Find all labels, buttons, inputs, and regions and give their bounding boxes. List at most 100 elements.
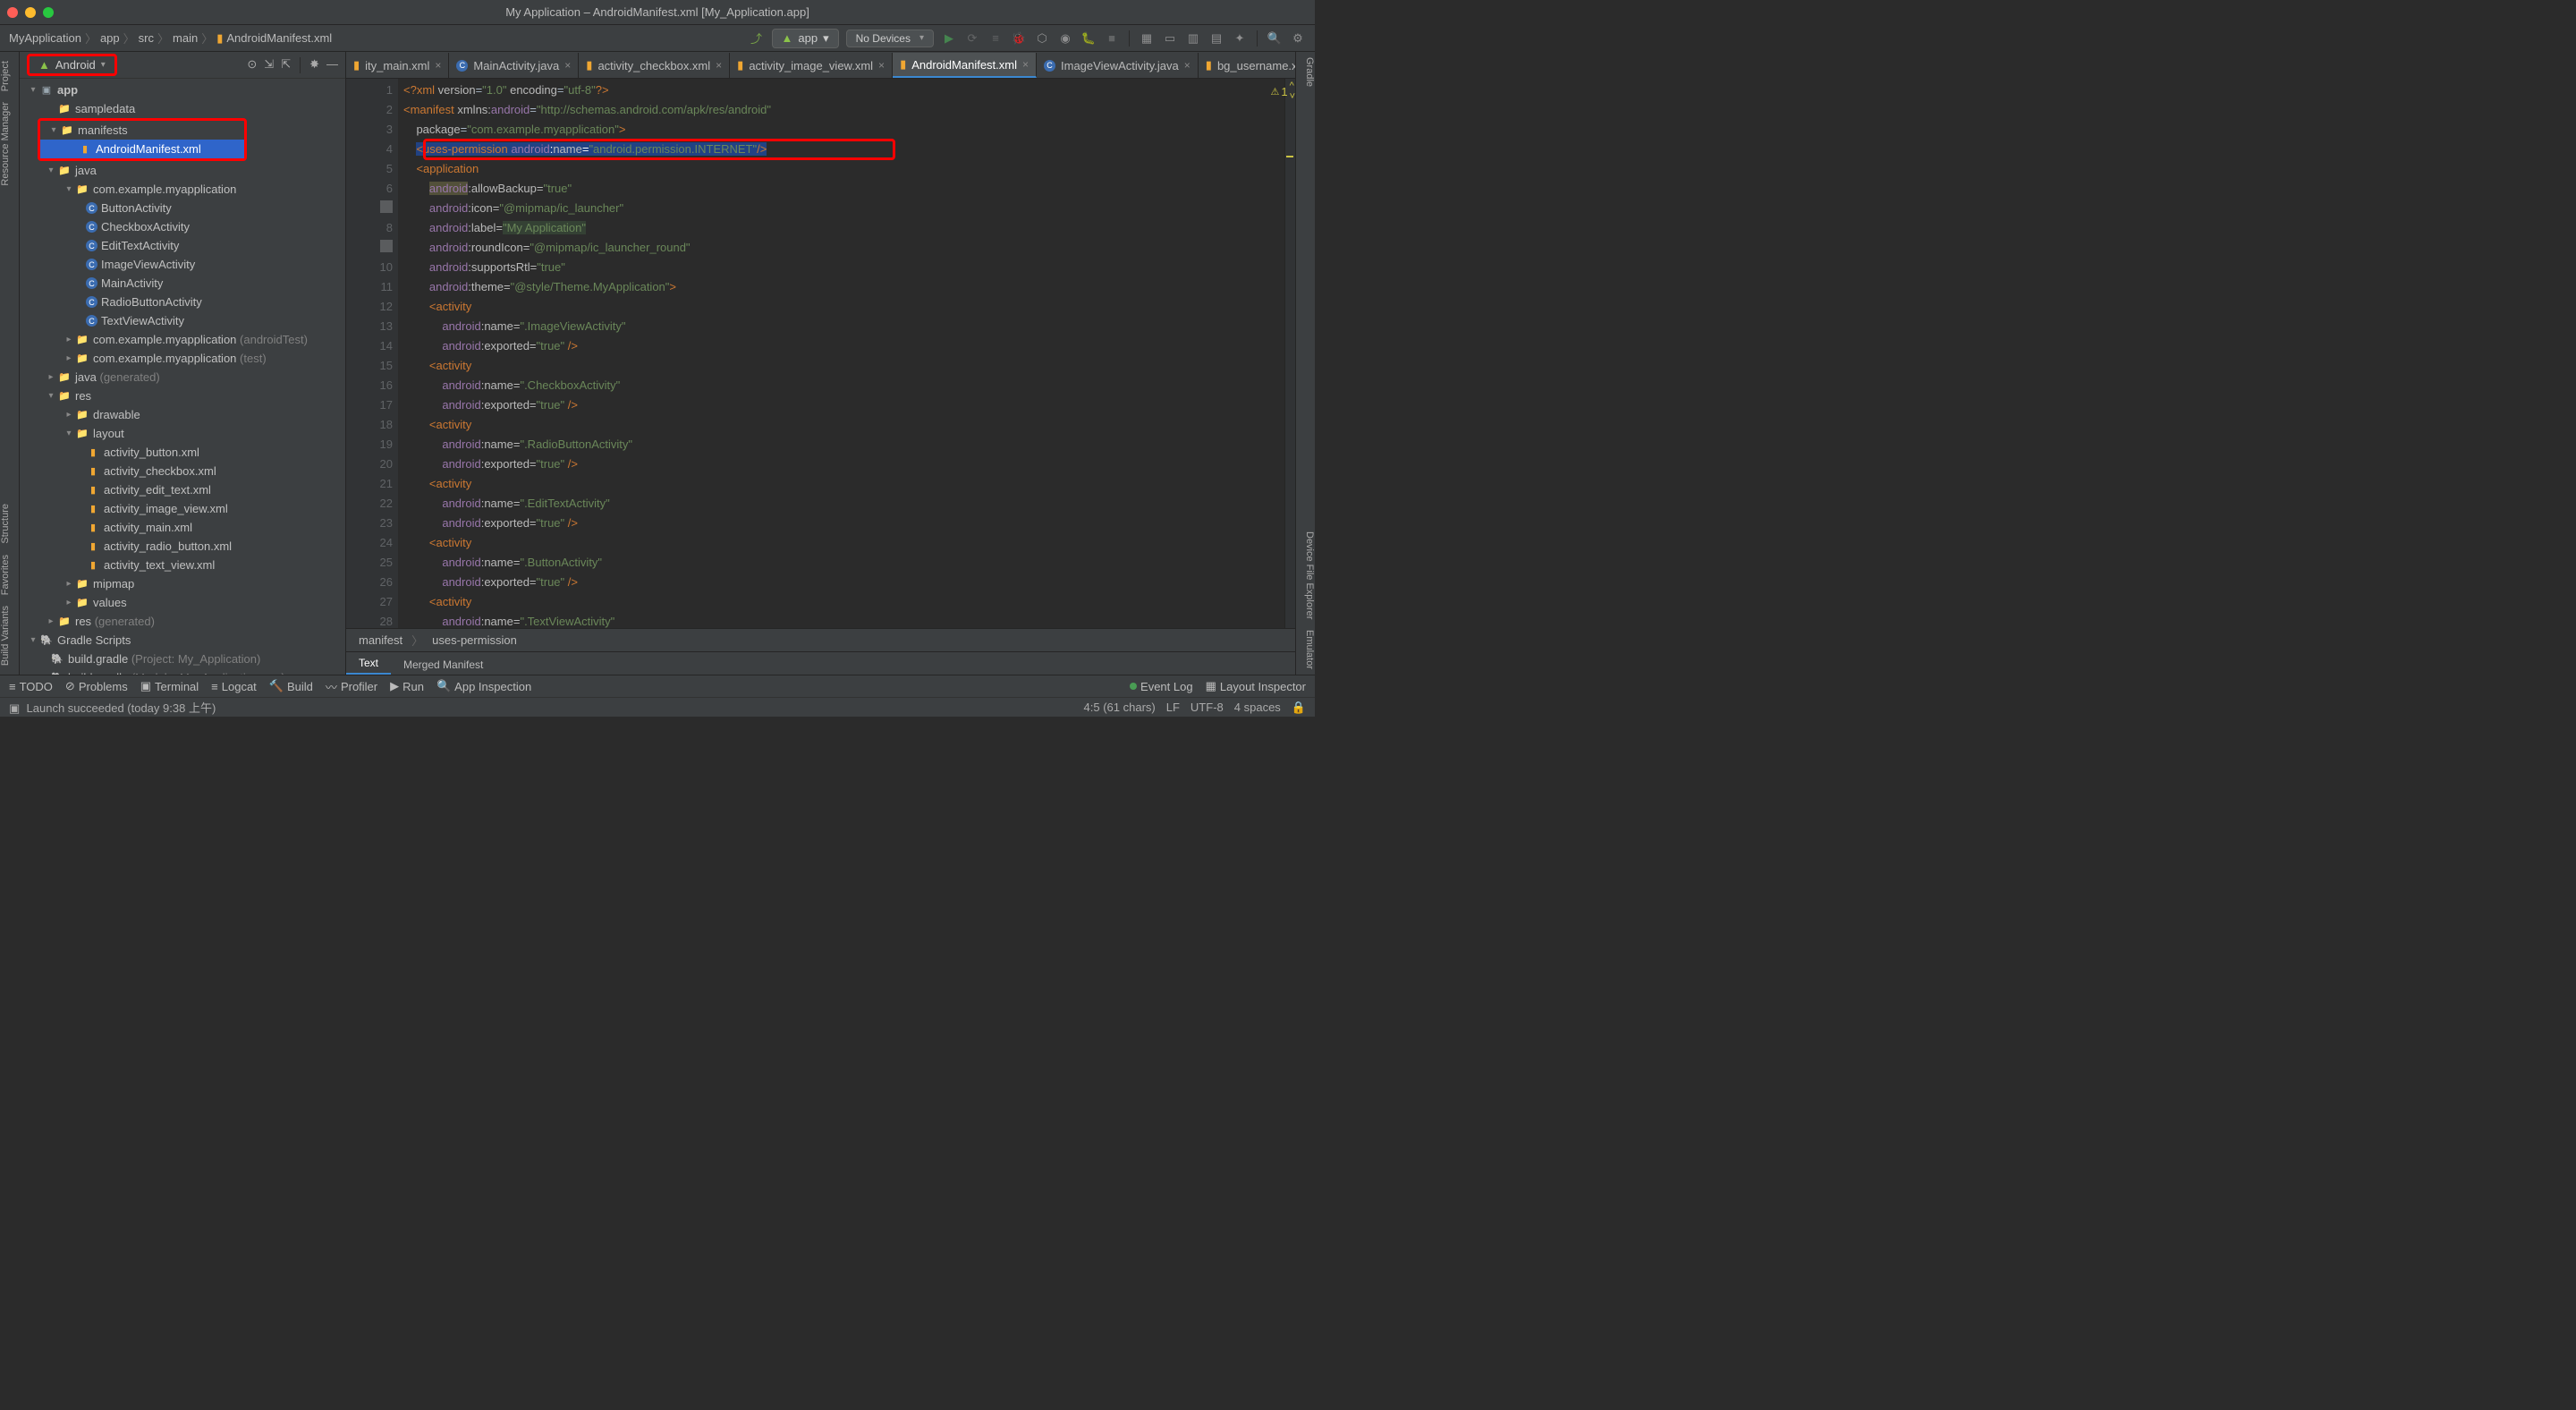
- rail-favorites[interactable]: Favorites: [0, 549, 11, 600]
- tab-item[interactable]: CMainActivity.java×: [449, 53, 579, 78]
- tree-class[interactable]: CImageViewActivity: [20, 255, 345, 274]
- tree-app[interactable]: ▾▣app: [20, 81, 345, 99]
- status-line-ending[interactable]: LF: [1166, 701, 1180, 715]
- tab-item[interactable]: ▮ity_main.xml×: [346, 53, 449, 78]
- tree-layout-file[interactable]: ▮activity_radio_button.xml: [20, 537, 345, 556]
- tree-class[interactable]: CMainActivity: [20, 274, 345, 293]
- code-content[interactable]: <?xml version="1.0" encoding="utf-8"?> <…: [398, 79, 1284, 628]
- tree-java[interactable]: ▾📁java: [20, 161, 345, 180]
- collapse-all-icon[interactable]: ⇱: [281, 57, 291, 73]
- status-position[interactable]: 4:5 (61 chars): [1084, 701, 1156, 715]
- tree-manifests[interactable]: ▾📁manifests: [40, 121, 244, 140]
- attach-icon[interactable]: 🐛: [1080, 30, 1097, 47]
- tree-class[interactable]: CEditTextActivity: [20, 236, 345, 255]
- minimize-window-icon[interactable]: [25, 7, 36, 18]
- code-editor[interactable]: 1 2 3 4 5 6 7 8 9 10 11 12 13 14 15 16 1…: [346, 79, 1295, 628]
- hide-sidebar-icon[interactable]: —: [326, 57, 338, 73]
- tree-sampledata[interactable]: 📁sampledata: [20, 99, 345, 118]
- bc-file[interactable]: ▮AndroidManifest.xml: [216, 31, 332, 46]
- tree-layout-file[interactable]: ▮activity_text_view.xml: [20, 556, 345, 574]
- tree-layout-file[interactable]: ▮activity_checkbox.xml: [20, 462, 345, 480]
- stripe-mark-icon[interactable]: [1286, 156, 1293, 157]
- status-indent[interactable]: 4 spaces: [1234, 701, 1281, 715]
- resource-nav-icon[interactable]: ✦: [1232, 30, 1248, 47]
- bc-project[interactable]: MyApplication: [9, 31, 81, 45]
- settings-icon[interactable]: ⚙: [1290, 30, 1306, 47]
- debug-icon[interactable]: 🐞: [1011, 30, 1027, 47]
- tree-build-gradle-module[interactable]: 🐘build.gradle (Module: My_Application.ap…: [20, 668, 345, 675]
- tree-gradle[interactable]: ▾🐘Gradle Scripts: [20, 631, 345, 650]
- project-view-select[interactable]: ▲Android ▾: [27, 54, 117, 76]
- device-manager-nav-icon[interactable]: ▤: [1208, 30, 1224, 47]
- tree-class[interactable]: CButtonActivity: [20, 199, 345, 217]
- ed-crumb-manifest[interactable]: manifest: [359, 633, 402, 647]
- tool-layout-inspector[interactable]: ▦ Layout Inspector: [1206, 679, 1306, 693]
- bc-module[interactable]: app: [100, 31, 120, 45]
- rail-structure[interactable]: Structure: [0, 498, 11, 549]
- tab-item[interactable]: ▮activity_image_view.xml×: [730, 53, 893, 78]
- tree-layout-file[interactable]: ▮activity_button.xml: [20, 443, 345, 462]
- tree-drawable[interactable]: ▸📁drawable: [20, 405, 345, 424]
- tree-values[interactable]: ▸📁values: [20, 593, 345, 612]
- tree-pkg[interactable]: ▾📁com.example.myapplication: [20, 180, 345, 199]
- tab-item[interactable]: ▮bg_username.xml×: [1199, 53, 1295, 78]
- tool-build[interactable]: 🔨 Build: [269, 679, 313, 693]
- close-window-icon[interactable]: [7, 7, 18, 18]
- rail-emulator[interactable]: Emulator: [1296, 624, 1315, 675]
- bc-src[interactable]: src: [139, 31, 154, 45]
- status-lock-icon[interactable]: 🔒: [1292, 701, 1306, 715]
- search-icon[interactable]: 🔍: [1267, 30, 1283, 47]
- rail-resource-manager[interactable]: Resource Manager: [0, 97, 11, 191]
- settings-sidebar-icon[interactable]: ✸: [309, 57, 319, 73]
- tree-build-gradle-project[interactable]: 🐘build.gradle (Project: My_Application): [20, 650, 345, 668]
- apply-changes-icon[interactable]: ⟳: [964, 30, 980, 47]
- rail-build-variants[interactable]: Build Variants: [0, 600, 11, 671]
- sdk-icon[interactable]: ▭: [1162, 30, 1178, 47]
- run-config-select[interactable]: ▲app▾: [772, 29, 839, 48]
- tree-res-gen[interactable]: ▸📁res (generated): [20, 612, 345, 631]
- tool-run[interactable]: ▶ Run: [390, 679, 424, 693]
- tree-java-gen[interactable]: ▸📁java (generated): [20, 368, 345, 386]
- layout-inspector-nav-icon[interactable]: ▥: [1185, 30, 1201, 47]
- tree-class[interactable]: CTextViewActivity: [20, 311, 345, 330]
- device-select[interactable]: No Devices: [846, 30, 934, 47]
- tab-item-active[interactable]: ▮AndroidManifest.xml×: [893, 53, 1037, 78]
- stop-icon[interactable]: ■: [1104, 30, 1120, 47]
- gutter-icon[interactable]: [380, 200, 393, 213]
- bc-main[interactable]: main: [173, 31, 198, 45]
- tree-layout-file[interactable]: ▮activity_main.xml: [20, 518, 345, 537]
- tree-pkg-test[interactable]: ▸📁com.example.myapplication (test): [20, 349, 345, 368]
- tab-item[interactable]: ▮activity_checkbox.xml×: [579, 53, 730, 78]
- tree-class[interactable]: CCheckboxActivity: [20, 217, 345, 236]
- warning-indicator[interactable]: ⚠1 ^ ˅: [1270, 81, 1295, 102]
- avd-icon[interactable]: ▦: [1139, 30, 1155, 47]
- project-tree[interactable]: ▾▣app 📁sampledata ▾📁manifests ▮AndroidMa…: [20, 79, 345, 675]
- rail-device-explorer[interactable]: Device File Explorer: [1296, 526, 1315, 624]
- run-icon[interactable]: ▶: [941, 30, 957, 47]
- tool-logcat[interactable]: ≡ Logcat: [211, 680, 257, 693]
- tree-mipmap[interactable]: ▸📁mipmap: [20, 574, 345, 593]
- tree-res[interactable]: ▾📁res: [20, 386, 345, 405]
- rail-gradle[interactable]: Gradle: [1296, 52, 1315, 92]
- tree-layout-file[interactable]: ▮activity_image_view.xml: [20, 499, 345, 518]
- tool-todo[interactable]: ≡ TODO: [9, 680, 53, 693]
- status-icon[interactable]: ▣: [9, 701, 20, 715]
- tab-item[interactable]: CImageViewActivity.java×: [1037, 53, 1199, 78]
- ed-crumb-uses-permission[interactable]: uses-permission: [432, 633, 517, 647]
- maximize-window-icon[interactable]: [43, 7, 54, 18]
- tool-event-log[interactable]: Event Log: [1130, 680, 1193, 693]
- tool-terminal[interactable]: ▣ Terminal: [140, 679, 199, 693]
- select-target-icon[interactable]: ⊙: [247, 57, 257, 73]
- sync-gradle-icon[interactable]: ⤴: [749, 30, 765, 47]
- tree-pkg-androidtest[interactable]: ▸📁com.example.myapplication (androidTest…: [20, 330, 345, 349]
- tree-class[interactable]: CRadioButtonActivity: [20, 293, 345, 311]
- tree-layout-file[interactable]: ▮activity_edit_text.xml: [20, 480, 345, 499]
- coverage-icon[interactable]: ⬡: [1034, 30, 1050, 47]
- tool-inspection[interactable]: 🔍 App Inspection: [436, 679, 531, 693]
- tool-profiler[interactable]: 〰 Profiler: [326, 678, 377, 695]
- gutter-icon[interactable]: [380, 240, 393, 252]
- status-encoding[interactable]: UTF-8: [1191, 701, 1224, 715]
- expand-all-icon[interactable]: ⇲: [264, 57, 274, 73]
- subtab-merged[interactable]: Merged Manifest: [391, 655, 496, 675]
- profiler-icon[interactable]: ◉: [1057, 30, 1073, 47]
